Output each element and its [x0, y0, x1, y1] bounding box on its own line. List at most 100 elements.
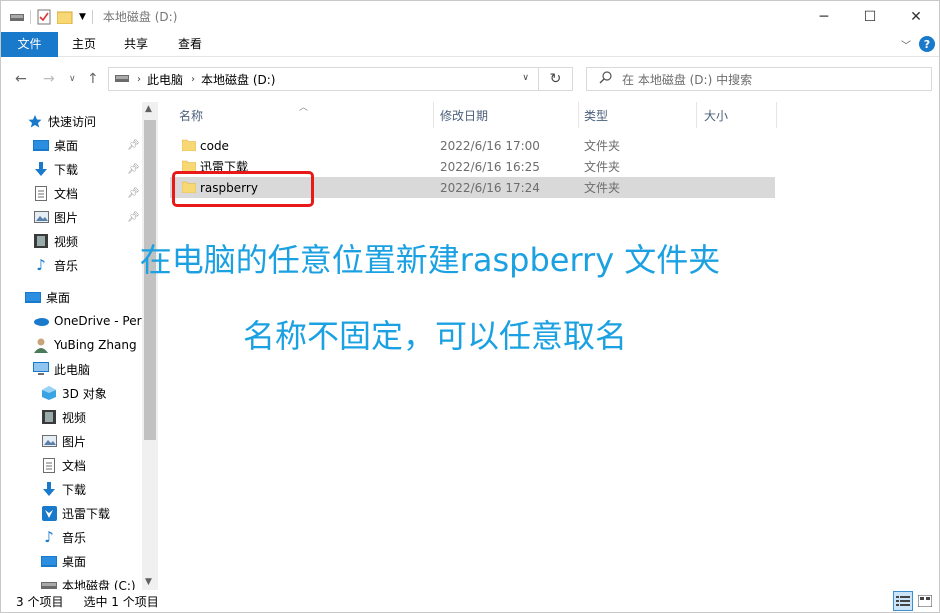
column-divider[interactable]	[433, 102, 434, 128]
annotation-line-1: 在电脑的任意位置新建raspberry 文件夹	[139, 241, 721, 279]
sidebar-item-drive-c[interactable]: 本地磁盘 (C:)	[41, 574, 136, 590]
sidebar-item-pictures-pc[interactable]: 图片	[41, 430, 86, 452]
tab-view[interactable]: 查看	[169, 32, 211, 57]
tab-share[interactable]: 共享	[115, 32, 157, 57]
new-folder-icon[interactable]	[57, 10, 73, 24]
documents-icon	[41, 457, 57, 473]
highlight-box	[172, 171, 314, 207]
up-arrow-icon[interactable]: ↑	[87, 71, 99, 87]
tab-home[interactable]: 主页	[63, 32, 105, 57]
download-icon	[41, 481, 57, 497]
download-icon	[33, 161, 49, 177]
customize-toolbar-icon[interactable]: ▼	[79, 12, 86, 22]
sidebar-item-label: 图片	[62, 434, 87, 449]
computer-icon	[115, 72, 129, 86]
music-icon: ♪	[44, 528, 54, 546]
sidebar-item-label: 桌面	[62, 554, 87, 569]
sidebar-item-this-pc[interactable]: 此电脑	[33, 358, 90, 380]
tab-file[interactable]: 文件	[1, 32, 58, 57]
sidebar-item-label: 迅雷下载	[62, 506, 111, 521]
scroll-down-icon[interactable]: ▼	[145, 577, 152, 587]
sidebar-item-videos-pc[interactable]: 视频	[41, 406, 86, 428]
column-divider[interactable]	[776, 102, 777, 128]
sidebar-item-label: 文档	[54, 186, 79, 201]
expand-ribbon-icon[interactable]: ﹀	[901, 37, 911, 52]
sidebar-item-3d-objects[interactable]: 3D 对象	[41, 382, 107, 404]
breadcrumb-drive-d[interactable]: 本地磁盘 (D:)	[201, 71, 275, 88]
search-placeholder[interactable]: 在 本地磁盘 (D:) 中搜索	[622, 71, 752, 88]
forward-arrow-icon[interactable]: →	[43, 71, 55, 87]
sidebar-item-label: 桌面	[54, 138, 79, 153]
file-date: 2022/6/16 16:25	[440, 159, 540, 174]
pictures-icon	[33, 209, 49, 225]
window-controls: ─ ☐ ✕	[801, 1, 939, 32]
file-date: 2022/6/16 17:24	[440, 180, 540, 195]
sidebar-item-documents-pc[interactable]: 文档	[41, 454, 86, 476]
pictures-icon	[41, 433, 57, 449]
column-header-type[interactable]: 类型	[584, 98, 684, 134]
drive-icon	[10, 12, 24, 22]
sidebar-item-label: 图片	[54, 210, 79, 225]
sidebar-item-desktop[interactable]: 桌面	[33, 134, 78, 156]
item-count: 3 个项目	[16, 594, 64, 609]
large-icons-view-icon[interactable]	[915, 591, 935, 611]
sidebar-item-label: 桌面	[46, 290, 71, 305]
back-arrow-icon[interactable]: ←	[15, 71, 27, 87]
sidebar-item-desktop-pc[interactable]: 桌面	[41, 550, 86, 572]
sidebar-item-downloads[interactable]: 下载	[33, 158, 78, 180]
pin-icon[interactable]: 📌︎	[127, 188, 140, 199]
sidebar-item-label: 快速访问	[48, 114, 97, 129]
sidebar-item-label: 视频	[62, 410, 87, 425]
sidebar-item-pictures[interactable]: 图片	[33, 206, 78, 228]
help-icon[interactable]: ?	[919, 36, 935, 52]
file-date: 2022/6/16 17:00	[440, 138, 540, 153]
xunlei-icon	[41, 505, 57, 521]
sidebar-item-label: 下载	[62, 482, 87, 497]
videos-icon	[41, 409, 57, 425]
pin-icon[interactable]: 📌︎	[127, 212, 140, 223]
folder-icon	[181, 139, 197, 152]
refresh-button[interactable]: ↻	[538, 68, 572, 90]
status-bar: 3 个项目 选中 1 个项目	[1, 590, 939, 612]
separator	[91, 9, 93, 24]
chevron-right-icon[interactable]: ›	[137, 74, 141, 85]
explorer-window: ▼ 本地磁盘 (D:) ─ ☐ ✕ 文件 主页 共享 查看 ﹀ ? ← → ∨ …	[0, 0, 940, 613]
column-divider[interactable]	[696, 102, 697, 128]
chevron-right-icon[interactable]: ›	[191, 74, 195, 85]
sidebar-item-music-pc[interactable]: ♪ 音乐	[41, 526, 86, 548]
scroll-up-icon[interactable]: ▲	[145, 104, 152, 114]
3d-objects-icon	[41, 385, 57, 401]
sidebar-item-xunlei[interactable]: 迅雷下载	[41, 502, 110, 524]
column-header-date[interactable]: 修改日期	[440, 98, 570, 134]
sidebar-item-quick-access[interactable]: 快速访问	[27, 110, 96, 132]
sidebar-item-label: 本地磁盘 (C:)	[62, 578, 136, 591]
sidebar-item-downloads-pc[interactable]: 下载	[41, 478, 86, 500]
sidebar-item-desktop-root[interactable]: 桌面	[25, 286, 70, 308]
search-box[interactable]: 在 本地磁盘 (D:) 中搜索	[586, 67, 932, 91]
chevron-down-icon[interactable]: ∨	[522, 73, 529, 83]
sidebar-item-documents[interactable]: 文档	[33, 182, 78, 204]
ribbon: 文件 主页 共享 查看 ﹀ ?	[1, 32, 939, 57]
close-button[interactable]: ✕	[893, 1, 939, 32]
star-icon	[27, 113, 43, 129]
navigation-bar: ← → ∨ ↑ › 此电脑 › 本地磁盘 (D:) ∨ ↻ 在 本地磁盘 (D:…	[1, 60, 939, 98]
breadcrumb-this-pc[interactable]: 此电脑	[147, 71, 183, 88]
column-header-name[interactable]: 名称	[179, 98, 429, 134]
pin-icon[interactable]: 📌︎	[127, 164, 140, 175]
column-header-size[interactable]: 大小	[704, 98, 764, 134]
separator	[30, 9, 31, 24]
details-view-icon[interactable]	[893, 591, 913, 611]
ribbon-controls: ﹀ ?	[901, 36, 935, 52]
file-name[interactable]: code	[200, 139, 229, 153]
properties-icon[interactable]	[37, 9, 51, 25]
column-divider[interactable]	[578, 102, 579, 128]
search-icon	[599, 71, 612, 87]
minimize-button[interactable]: ─	[801, 1, 847, 32]
sidebar-item-label: 音乐	[62, 530, 87, 545]
file-row[interactable]: code 2022/6/16 17:00 文件夹	[170, 135, 775, 156]
maximize-button[interactable]: ☐	[847, 1, 893, 32]
sidebar-item-label: 下载	[54, 162, 79, 177]
pin-icon[interactable]: 📌︎	[127, 140, 140, 151]
address-bar[interactable]: › 此电脑 › 本地磁盘 (D:) ∨ ↻	[108, 67, 573, 91]
recent-locations-icon[interactable]: ∨	[69, 74, 76, 84]
